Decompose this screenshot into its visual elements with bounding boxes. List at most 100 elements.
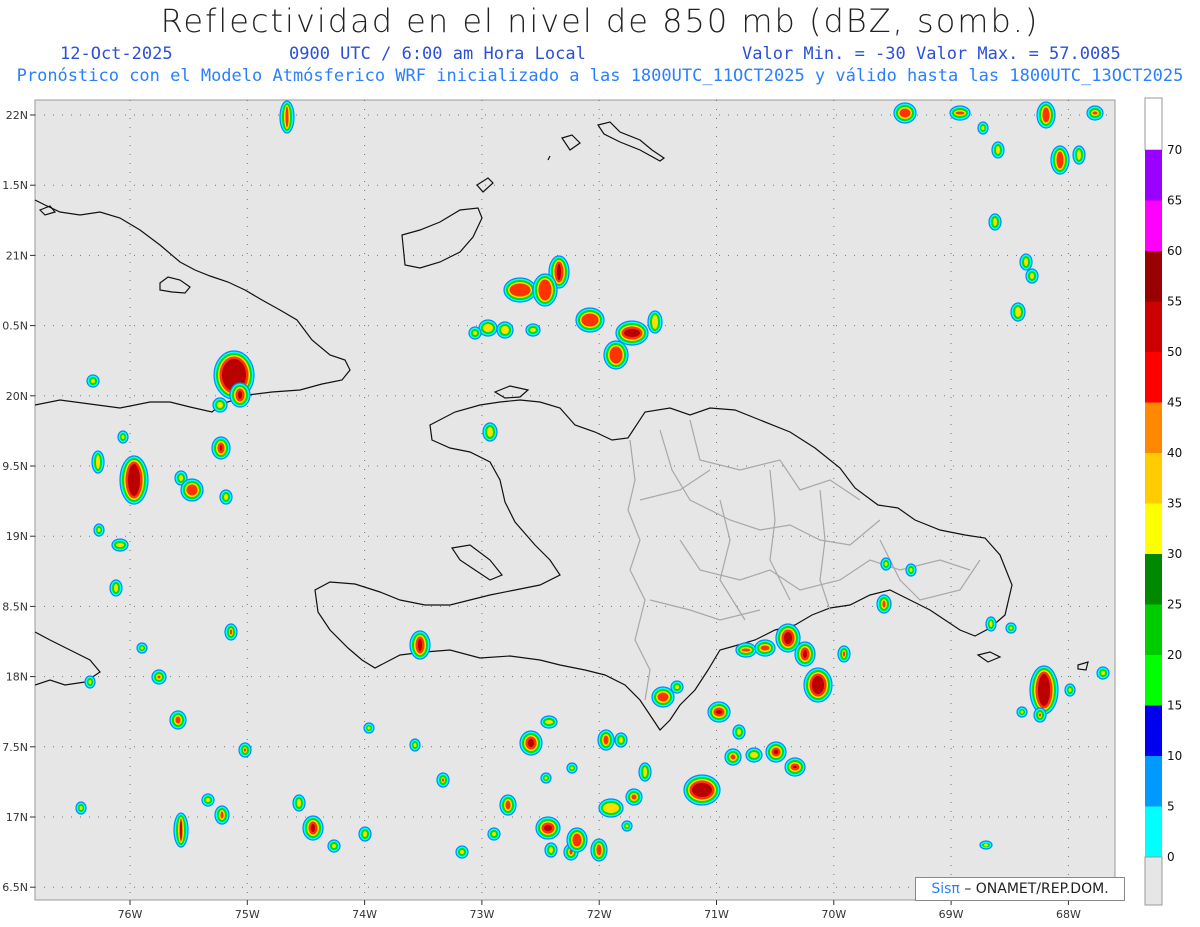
reflectivity-cell bbox=[977, 121, 989, 135]
reflectivity-cell bbox=[358, 826, 372, 842]
reflectivity-cell bbox=[985, 616, 997, 632]
reflectivity-cell bbox=[625, 788, 643, 806]
colorbar-label: 10 bbox=[1167, 749, 1182, 763]
colorbar-label: 5 bbox=[1167, 800, 1175, 814]
reflectivity-cell bbox=[566, 827, 588, 853]
reflectivity-cell bbox=[638, 762, 652, 782]
reflectivity-cell bbox=[1064, 683, 1076, 697]
reflectivity-cell bbox=[1086, 105, 1104, 121]
lat-label: 8.5N bbox=[2, 600, 28, 613]
reflectivity-cell bbox=[478, 319, 498, 337]
reflectivity-cell bbox=[540, 772, 552, 784]
reflectivity-cell bbox=[482, 422, 498, 442]
reflectivity-cell bbox=[279, 100, 295, 134]
colorbar-segment bbox=[1145, 655, 1162, 706]
reflectivity-cell bbox=[745, 747, 763, 763]
colorbar-segment bbox=[1145, 453, 1162, 504]
reflectivity-cell bbox=[707, 701, 731, 723]
reflectivity-cell bbox=[598, 798, 624, 818]
colorbar-segment bbox=[1145, 301, 1162, 352]
reflectivity-cell bbox=[224, 623, 238, 641]
reflectivity-cell bbox=[525, 323, 541, 337]
reflectivity-cell bbox=[117, 430, 129, 444]
reflectivity-map: 22N 1.5N 21N 0.5N 20N 9.5N 19N 8.5N 18N 7.5N 17N 6.… bbox=[2, 97, 1182, 921]
lat-label: 1.5N bbox=[2, 179, 28, 192]
credit-text: – ONAMET/REP.DOM. bbox=[964, 881, 1109, 897]
reflectivity-cell bbox=[119, 455, 149, 505]
reflectivity-cell bbox=[455, 845, 469, 859]
reflectivity-cell bbox=[794, 641, 816, 667]
colorbar-label: 70 bbox=[1167, 143, 1182, 157]
reflectivity-cell bbox=[1025, 268, 1039, 284]
reflectivity-cell bbox=[575, 307, 605, 333]
reflectivity-cell bbox=[803, 667, 833, 703]
reflectivity-cell bbox=[566, 762, 578, 774]
reflectivity-cell bbox=[544, 842, 558, 858]
colorbar-label: 30 bbox=[1167, 547, 1182, 561]
sispi-logo: Sisπ bbox=[931, 881, 960, 897]
reflectivity-cell bbox=[1016, 706, 1028, 718]
lon-label: 68W bbox=[1056, 908, 1081, 921]
colorbar-top-cap bbox=[1144, 97, 1163, 151]
reflectivity-cell bbox=[503, 277, 537, 303]
colorbar-labels: 0 5 10 15 20 25 30 35 40 45 50 55 60 65 70 bbox=[1167, 143, 1182, 864]
colorbar-segment bbox=[1145, 756, 1162, 807]
reflectivity-cell bbox=[988, 213, 1002, 231]
reflectivity-cell bbox=[180, 478, 204, 502]
reflectivity-cell bbox=[292, 794, 306, 812]
reflectivity-cell bbox=[754, 639, 776, 657]
lon-label: 75W bbox=[235, 908, 260, 921]
lat-label: 18N bbox=[6, 671, 28, 684]
lat-label: 19N bbox=[6, 530, 28, 543]
colorbar-segment bbox=[1145, 150, 1162, 201]
lat-label: 9.5N bbox=[2, 460, 28, 473]
lat-label: 6.5N bbox=[2, 881, 28, 894]
reflectivity-cell bbox=[647, 310, 663, 334]
colorbar-label: 55 bbox=[1167, 295, 1182, 309]
reflectivity-cell bbox=[1096, 666, 1110, 680]
reflectivity-cell bbox=[136, 642, 148, 654]
colorbar-segment bbox=[1145, 352, 1162, 403]
reflectivity-cell bbox=[765, 741, 787, 763]
reflectivity-cell bbox=[151, 669, 167, 685]
reflectivity-cell bbox=[614, 732, 628, 748]
colorbar-label: 20 bbox=[1167, 648, 1182, 662]
reflectivity-cell bbox=[169, 710, 187, 730]
reflectivity-cell bbox=[893, 102, 917, 124]
reflectivity-cell bbox=[93, 523, 105, 537]
lon-label: 70W bbox=[821, 908, 846, 921]
lon-label: 74W bbox=[352, 908, 377, 921]
colorbar-label: 40 bbox=[1167, 446, 1182, 460]
reflectivity-cell bbox=[519, 730, 543, 756]
reflectivity-cell bbox=[876, 594, 892, 614]
reflectivity-cell bbox=[487, 827, 501, 841]
lat-label: 17N bbox=[6, 811, 28, 824]
colorbar-label: 60 bbox=[1167, 244, 1182, 258]
reflectivity-cell bbox=[1019, 253, 1033, 271]
reflectivity-cell bbox=[436, 772, 450, 788]
reflectivity-cell bbox=[651, 686, 675, 708]
reflectivity-cell bbox=[363, 722, 375, 734]
reflectivity-cell bbox=[1029, 665, 1059, 715]
credit-box: Sisπ – ONAMET/REP.DOM. bbox=[915, 877, 1125, 901]
reflectivity-cell bbox=[732, 724, 746, 740]
reflectivity-cell bbox=[615, 320, 649, 346]
reflectivity-cell bbox=[532, 273, 558, 307]
reflectivity-cell bbox=[111, 538, 129, 552]
lon-label: 71W bbox=[704, 908, 729, 921]
reflectivity-cell bbox=[1072, 145, 1086, 165]
reflectivity-cell bbox=[535, 816, 561, 840]
reflectivity-cell bbox=[837, 645, 851, 663]
reflectivity-cell bbox=[302, 815, 324, 841]
reflectivity-cell bbox=[905, 563, 917, 577]
reflectivity-cell bbox=[499, 794, 517, 816]
reflectivity-cell bbox=[735, 642, 757, 658]
reflectivity-cell bbox=[540, 715, 558, 729]
colorbar-segment bbox=[1145, 251, 1162, 302]
reflectivity-cell bbox=[1033, 707, 1047, 723]
reflectivity-cell bbox=[214, 805, 230, 825]
reflectivity-cell bbox=[724, 748, 742, 766]
colorbar-segment bbox=[1145, 554, 1162, 605]
reflectivity-cell bbox=[590, 838, 608, 862]
colorbar-label: 65 bbox=[1167, 194, 1182, 208]
